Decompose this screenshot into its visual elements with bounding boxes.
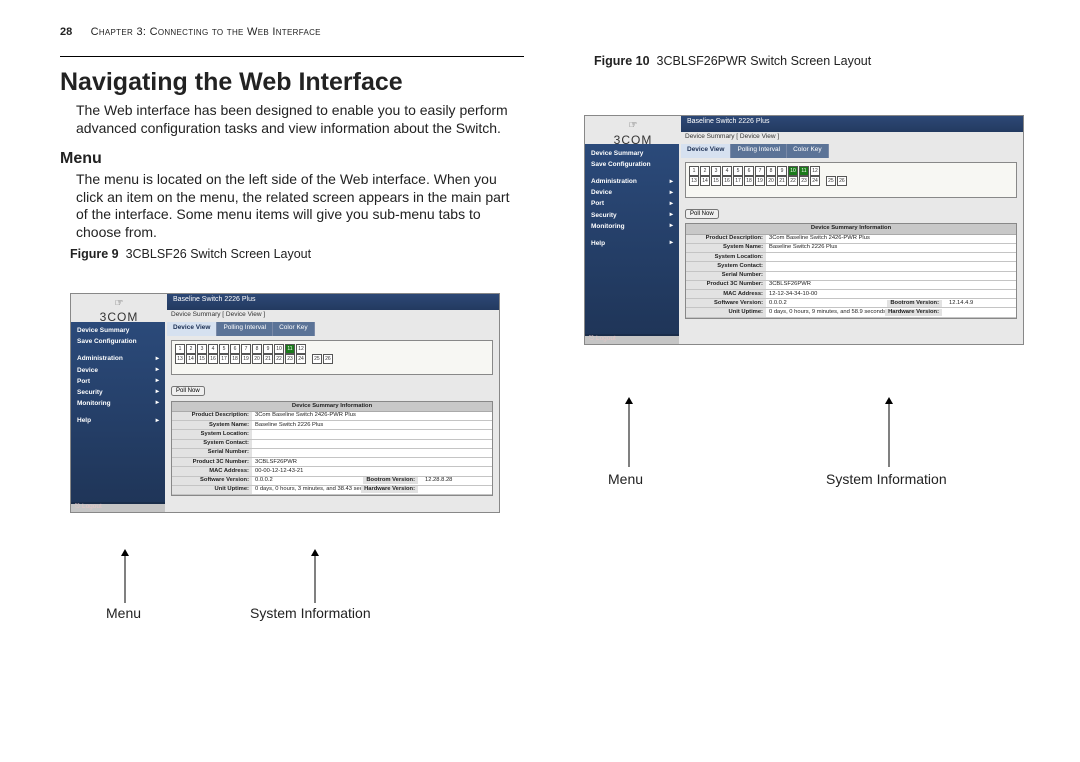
figure9-number: Figure 9 (70, 247, 119, 261)
figure10-screenshot: ☞3COM Baseline Switch 2226 Plus Device S… (584, 115, 1024, 345)
sidebar-item-device[interactable]: Device▸ (75, 365, 161, 376)
figure9-caption: Figure 9 3CBLSF26 Switch Screen Layout (70, 247, 524, 263)
device-summary-table: Device Summary Information Product Descr… (171, 401, 493, 496)
annot-sysinfo: System Information (826, 471, 947, 489)
port-panel: 123456789101112 131415161718192021222324… (685, 162, 1017, 198)
tab-polling[interactable]: Polling Interval (731, 144, 787, 158)
poll-now-button[interactable]: Poll Now (171, 386, 205, 396)
sidebar-item-save[interactable]: Save Configuration (75, 337, 161, 348)
sidebar-item-device[interactable]: Device▸ (589, 188, 675, 199)
tab-colorkey[interactable]: Color Key (273, 322, 315, 336)
running-header: 28 Chapter 3: Connecting to the Web Inte… (60, 26, 1048, 40)
menu-heading: Menu (60, 149, 524, 169)
poll-now-button[interactable]: Poll Now (685, 209, 719, 219)
table-header: Device Summary Information (686, 224, 1016, 234)
figure10-number: Figure 10 (594, 54, 650, 68)
port-panel: 123456789101112 131415161718192021222324… (171, 340, 493, 376)
sidebar-item-save[interactable]: Save Configuration (589, 160, 675, 171)
tab-colorkey[interactable]: Color Key (787, 144, 829, 158)
device-summary-table: Device Summary Information Product Descr… (685, 223, 1017, 318)
sidebar-menu: Device Summary Save Configuration Admini… (585, 144, 679, 336)
tab-bar: Device View Polling Interval Color Key (167, 322, 497, 336)
sidebar-item-monitoring[interactable]: Monitoring▸ (589, 221, 675, 232)
tab-bar: Device View Polling Interval Color Key (681, 144, 1021, 158)
window-title: Baseline Switch 2226 Plus (681, 116, 1023, 132)
sidebar-item-summary[interactable]: Device Summary (589, 148, 675, 159)
figure9-title: 3CBLSF26 Switch Screen Layout (126, 247, 312, 261)
window-title: Baseline Switch 2226 Plus (167, 294, 499, 310)
sidebar-item-help[interactable]: Help▸ (75, 416, 161, 427)
sidebar-item-admin[interactable]: Administration▸ (589, 177, 675, 188)
sidebar-item-security[interactable]: Security▸ (589, 210, 675, 221)
tab-polling[interactable]: Polling Interval (217, 322, 273, 336)
menu-paragraph: The menu is located on the left side of … (76, 171, 524, 241)
sidebar-item-monitoring[interactable]: Monitoring▸ (75, 398, 161, 409)
section-heading: Navigating the Web Interface (60, 67, 524, 98)
arrow-up-icon (624, 397, 634, 467)
logout-link[interactable]: ⎋ Logout (71, 502, 165, 512)
page-number: 28 (60, 26, 72, 38)
main-panel: Device View Polling Interval Color Key 1… (167, 322, 497, 510)
arrow-up-icon (884, 397, 894, 467)
chapter-title: Chapter 3: Connecting to the Web Interfa… (91, 26, 321, 38)
sidebar-item-help[interactable]: Help▸ (589, 238, 675, 249)
annot-sysinfo: System Information (250, 605, 371, 623)
figure10-caption: Figure 10 3CBLSF26PWR Switch Screen Layo… (594, 54, 1048, 70)
sidebar-item-security[interactable]: Security▸ (75, 387, 161, 398)
sidebar-item-admin[interactable]: Administration▸ (75, 354, 161, 365)
figure9-screenshot: ☞3COM Baseline Switch 2226 Plus Device S… (70, 293, 500, 513)
sidebar-item-summary[interactable]: Device Summary (75, 326, 161, 337)
sidebar-item-port[interactable]: Port▸ (589, 199, 675, 210)
section-rule (60, 56, 524, 57)
annot-menu: Menu (106, 605, 141, 623)
arrow-up-icon (310, 549, 320, 603)
main-panel: Device View Polling Interval Color Key 1… (681, 144, 1021, 342)
figure10-title: 3CBLSF26PWR Switch Screen Layout (657, 54, 872, 68)
sidebar-item-port[interactable]: Port▸ (75, 376, 161, 387)
intro-paragraph: The Web interface has been designed to e… (76, 102, 524, 137)
sidebar-menu: Device Summary Save Configuration Admini… (71, 322, 165, 504)
table-header: Device Summary Information (172, 402, 492, 412)
arrow-up-icon (120, 549, 130, 603)
annot-menu: Menu (608, 471, 643, 489)
tab-device-view[interactable]: Device View (681, 144, 731, 158)
logout-link[interactable]: ⎋ Logout (585, 334, 679, 344)
tab-device-view[interactable]: Device View (167, 322, 217, 336)
